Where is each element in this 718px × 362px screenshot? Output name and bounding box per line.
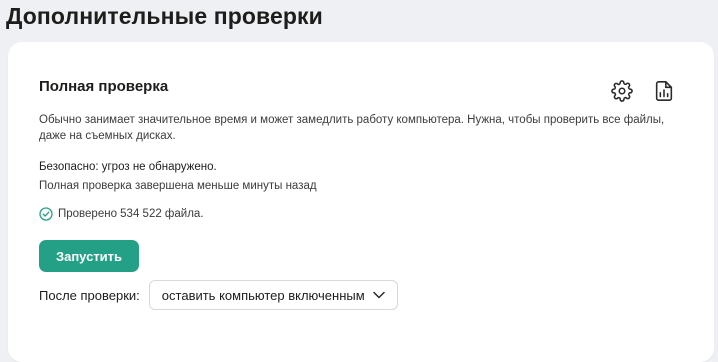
check-circle-icon [39, 207, 53, 221]
scan-description: Обычно занимает значительное время и мож… [39, 114, 665, 142]
full-scan-card: Полная проверка Обычно занимает значител… [8, 42, 714, 362]
after-scan-select[interactable]: оставить компьютер включенным [148, 280, 398, 310]
run-scan-button[interactable]: Запустить [39, 240, 139, 272]
card-actions [611, 80, 675, 102]
gear-icon [611, 80, 633, 102]
page-title: Дополнительные проверки [6, 3, 323, 29]
report-icon [655, 81, 673, 101]
settings-button[interactable] [611, 80, 633, 102]
after-scan-select-value: оставить компьютер включенным [161, 287, 365, 303]
after-scan-label: После проверки: [39, 287, 140, 303]
report-button[interactable] [653, 80, 675, 102]
checked-files-text: Проверено 534 522 файла. [58, 208, 204, 220]
scan-status: Безопасно: угроз не обнаружено. [39, 161, 217, 173]
after-scan-row: После проверки: оставить компьютер включ… [39, 280, 398, 310]
scan-last-run: Полная проверка завершена меньше минуты … [39, 180, 317, 192]
card-title: Полная проверка [39, 78, 169, 95]
checked-files-row: Проверено 534 522 файла. [39, 207, 204, 221]
chevron-down-icon [372, 291, 385, 299]
